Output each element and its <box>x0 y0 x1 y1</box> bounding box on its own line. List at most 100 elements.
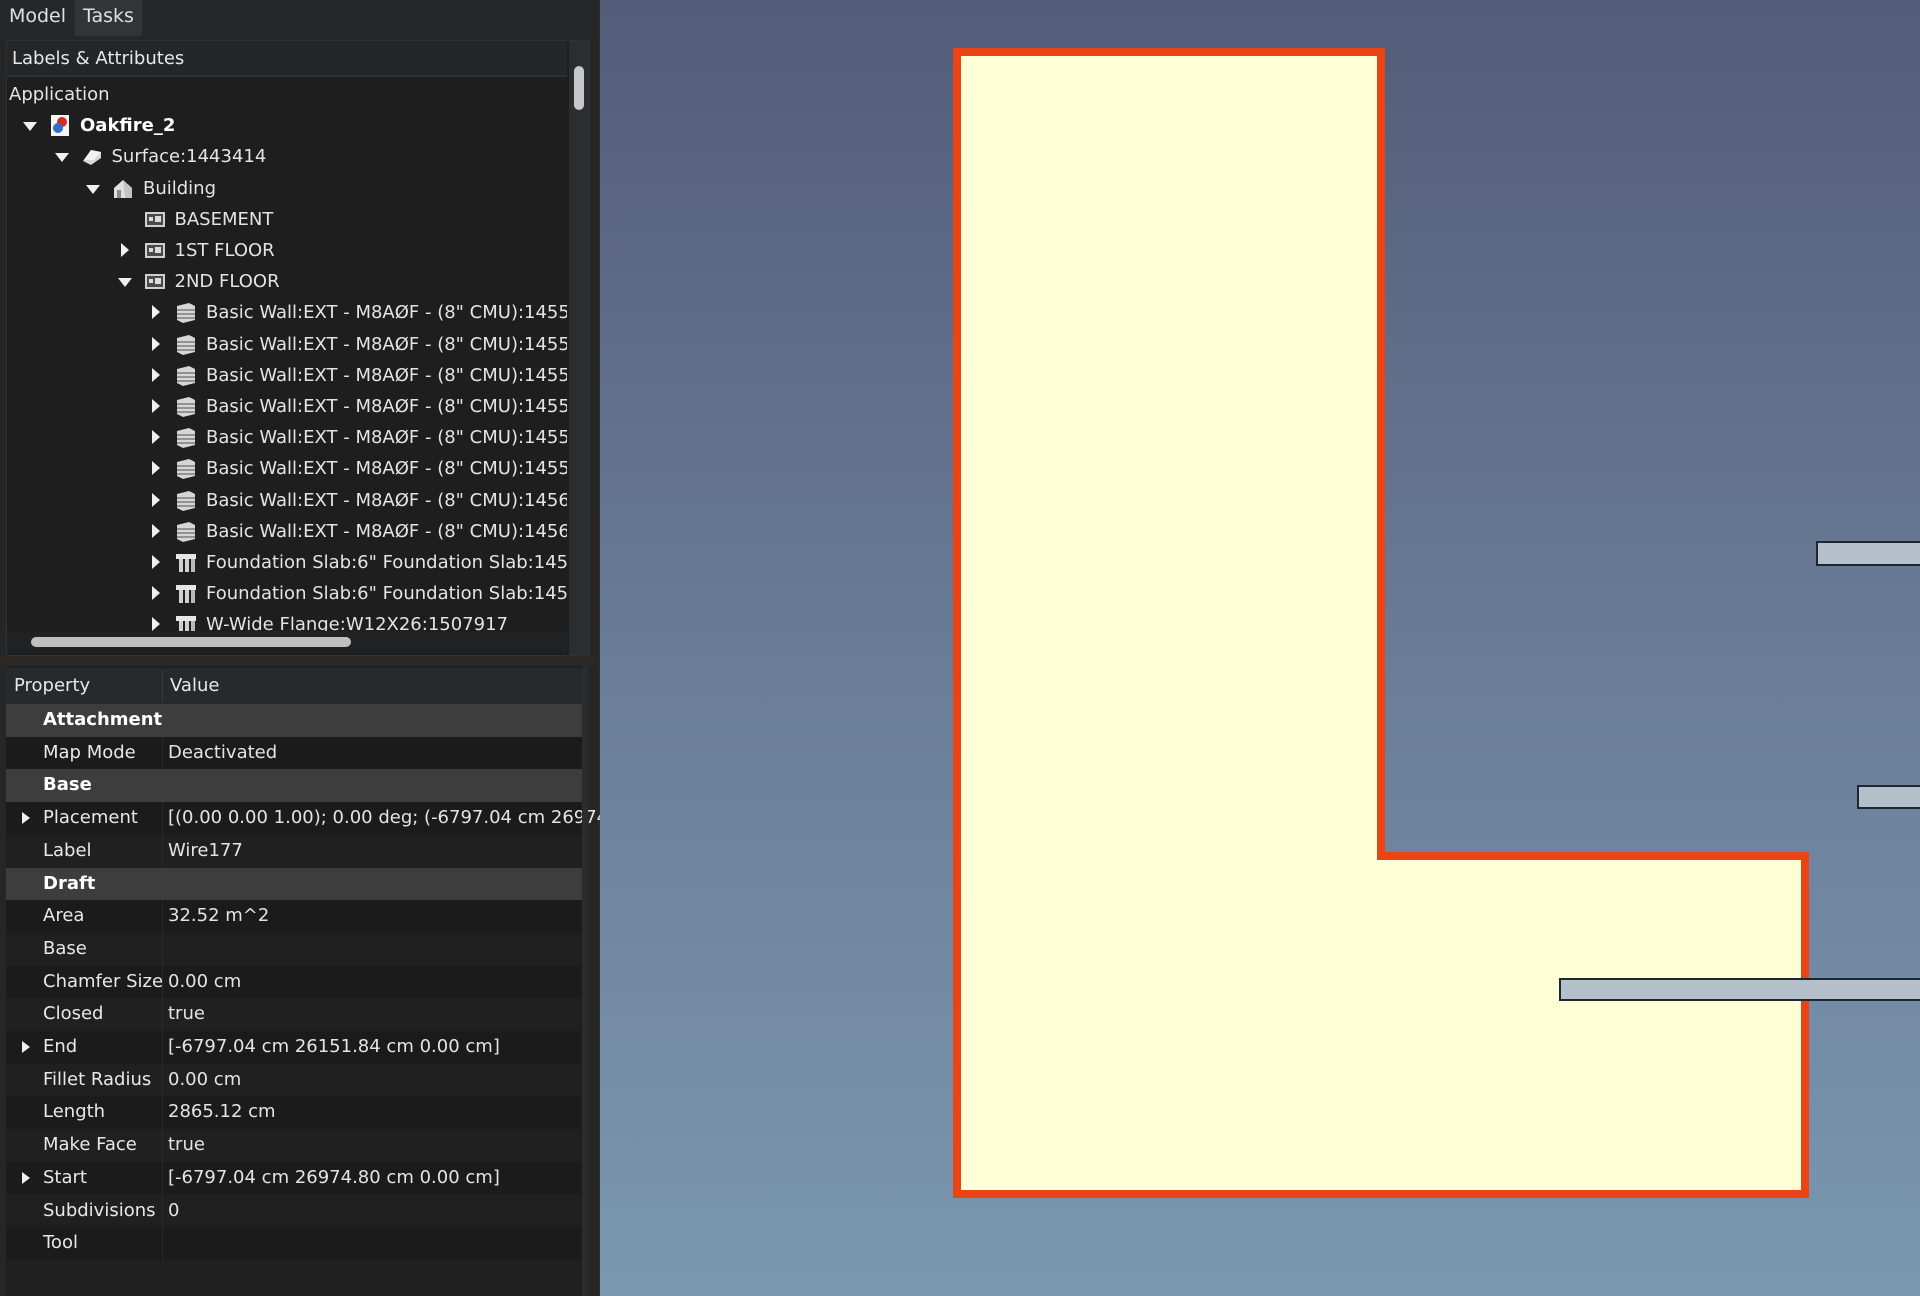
property-value[interactable]: true <box>168 998 205 1031</box>
tree-column-header[interactable]: Labels & Attributes <box>7 41 567 77</box>
expand-arrow-right-icon[interactable] <box>20 802 34 834</box>
property-name: Length <box>43 1101 106 1123</box>
expand-arrow-right-icon[interactable] <box>20 1031 34 1063</box>
property-value[interactable]: [-6797.04 cm 26151.84 cm 0.00 cm] <box>168 1031 500 1064</box>
floor-level-icon <box>144 209 166 230</box>
tree-item[interactable]: Basic Wall:EXT - M8AØF - (8" CMU):145568… <box>7 391 567 422</box>
property-row[interactable]: Map Mode Deactivated <box>6 736 582 770</box>
tree-item[interactable]: BASEMENT <box>7 204 567 235</box>
property-value[interactable]: Wire177 <box>168 835 243 868</box>
property-row[interactable]: Make Face true <box>6 1129 582 1162</box>
panel-splitter[interactable] <box>0 656 598 666</box>
wall-icon <box>175 458 197 480</box>
tree-item[interactable]: Foundation Slab:6" Foundation Slab:14564… <box>7 578 567 609</box>
property-group-row[interactable]: Attachment <box>6 704 582 737</box>
wall-icon <box>175 302 197 324</box>
property-name: Tool <box>43 1232 78 1254</box>
expand-arrow-right-icon[interactable] <box>147 297 165 328</box>
property-row[interactable]: Chamfer Size 0.00 cm <box>6 965 582 999</box>
property-vertical-scrollbar[interactable] <box>582 666 588 1296</box>
property-row[interactable]: Subdivisions 0 <box>6 1194 582 1228</box>
tree-item[interactable]: Basic Wall:EXT - M8AØF - (8" CMU):145608… <box>7 516 567 547</box>
property-row[interactable]: End [-6797.04 cm 26151.84 cm 0.00 cm] <box>6 1031 582 1064</box>
expand-arrow-right-icon[interactable] <box>147 578 165 609</box>
tree-horizontal-scroll-thumb[interactable] <box>31 637 351 647</box>
property-row[interactable]: Start [-6797.04 cm 26974.80 cm 0.00 cm] <box>6 1161 582 1195</box>
tree-item[interactable]: Basic Wall:EXT - M8AØF - (8" CMU):145602… <box>7 485 567 516</box>
property-row[interactable]: Closed true <box>6 998 582 1031</box>
property-row[interactable]: Label Wire177 <box>6 834 582 868</box>
property-group-row[interactable]: Base <box>6 769 582 803</box>
expand-arrow-down-icon[interactable] <box>53 141 71 172</box>
tree-item[interactable]: Basic Wall:EXT - M8AØF - (8" CMU):145594… <box>7 453 567 484</box>
tree-item[interactable]: W-Wide Flange:W12X26:1507917 <box>7 609 567 631</box>
tree-vertical-scrollbar[interactable] <box>569 41 589 655</box>
property-row[interactable]: Length 2865.12 cm <box>6 1096 582 1130</box>
wall-icon <box>175 396 197 417</box>
tree-item-label: 1ST FLOOR <box>174 240 275 261</box>
property-value[interactable]: [-6797.04 cm 26974.80 cm 0.00 cm] <box>168 1162 500 1195</box>
property-value[interactable]: 2865.12 cm <box>168 1096 276 1129</box>
floor-level-icon <box>144 271 166 292</box>
expand-arrow-right-icon[interactable] <box>147 609 165 631</box>
wall-icon <box>175 334 197 355</box>
value-column-header[interactable]: Value <box>170 668 219 704</box>
property-column-header[interactable]: Property <box>14 668 90 704</box>
expand-arrow-right-icon[interactable] <box>147 485 165 516</box>
expand-arrow-right-icon[interactable] <box>147 391 165 422</box>
expand-arrow-right-icon[interactable] <box>147 547 165 578</box>
expand-arrow-right-icon[interactable] <box>147 360 165 391</box>
expand-arrow-down-icon[interactable] <box>84 173 102 204</box>
tab-tasks[interactable]: Tasks <box>75 0 142 36</box>
viewport-canvas[interactable] <box>600 0 1920 1296</box>
tab-model[interactable]: Model <box>0 0 75 36</box>
expand-arrow-right-icon[interactable] <box>116 235 134 266</box>
property-value[interactable]: true <box>168 1129 205 1162</box>
expand-arrow-right-icon[interactable] <box>147 422 165 453</box>
expand-arrow-right-icon[interactable] <box>147 516 165 547</box>
tree-item[interactable]: Basic Wall:EXT - M8AØF - (8" CMU):145532… <box>7 329 567 360</box>
property-group-row[interactable]: Draft <box>6 867 582 901</box>
tree-item[interactable]: Basic Wall:EXT - M8AØF - (8" CMU):145550… <box>7 360 567 391</box>
property-row[interactable]: Fillet Radius 0.00 cm <box>6 1063 582 1097</box>
tree-item-label: Basic Wall:EXT - M8AØF - (8" CMU):145608… <box>206 520 567 542</box>
property-row[interactable]: Area 32.52 m^2 <box>6 900 582 933</box>
tree-horizontal-scrollbar[interactable] <box>7 631 567 653</box>
selected-wire-face[interactable] <box>953 48 1809 1198</box>
column-separator <box>162 1194 163 1228</box>
column-separator <box>162 998 163 1031</box>
tree-item-label: 2ND FLOOR <box>174 271 280 293</box>
column-separator <box>162 736 163 770</box>
column-separator[interactable] <box>162 670 163 702</box>
tree-item[interactable]: Foundation Slab:6" Foundation Slab:14561… <box>7 547 567 578</box>
foundation-slab-edge[interactable] <box>1857 785 1920 809</box>
tree-item-label: Basic Wall:EXT - M8AØF - (8" CMU):145602… <box>206 489 567 511</box>
property-value[interactable]: Deactivated <box>168 737 277 770</box>
property-row[interactable]: Placement [(0.00 0.00 1.00); 0.00 deg; (-… <box>6 802 631 835</box>
property-value[interactable]: 32.52 m^2 <box>168 900 269 933</box>
property-value[interactable]: 0 <box>168 1195 179 1228</box>
tree-item[interactable]: 1ST FLOOR <box>7 235 567 266</box>
tree-item[interactable]: Oakfire_2 <box>7 110 567 141</box>
tree-item[interactable]: Building <box>7 173 567 204</box>
tree-item[interactable]: Basic Wall:EXT - M8AØF - (8" CMU):145522… <box>7 297 567 328</box>
property-value[interactable]: 0.00 cm <box>168 966 241 999</box>
tree-item[interactable]: Basic Wall:EXT - M8AØF - (8" CMU):145587… <box>7 422 567 453</box>
property-value[interactable]: [(0.00 0.00 1.00); 0.00 deg; (-6797.04 c… <box>168 802 631 835</box>
property-row[interactable]: Tool <box>6 1227 582 1260</box>
wide-flange-beam-edge[interactable] <box>1559 978 1920 1001</box>
property-row[interactable]: Base <box>6 932 582 966</box>
3d-viewport[interactable] <box>600 0 1920 1296</box>
expand-arrow-right-icon[interactable] <box>147 329 165 360</box>
expand-arrow-right-icon[interactable] <box>20 1162 34 1194</box>
tree-item[interactable]: Surface:1443414 <box>7 141 567 172</box>
property-value[interactable]: 0.00 cm <box>168 1064 241 1097</box>
expand-arrow-down-icon[interactable] <box>21 110 39 141</box>
column-separator <box>162 1096 163 1130</box>
foundation-slab-edge[interactable] <box>1816 541 1920 566</box>
tree-item[interactable]: 2ND FLOOR <box>7 266 567 297</box>
expand-arrow-right-icon[interactable] <box>147 453 165 484</box>
tree-vertical-scroll-thumb[interactable] <box>574 66 584 110</box>
model-tree: Labels & Attributes Application Oakfire_… <box>6 40 590 656</box>
expand-arrow-down-icon[interactable] <box>116 266 134 297</box>
